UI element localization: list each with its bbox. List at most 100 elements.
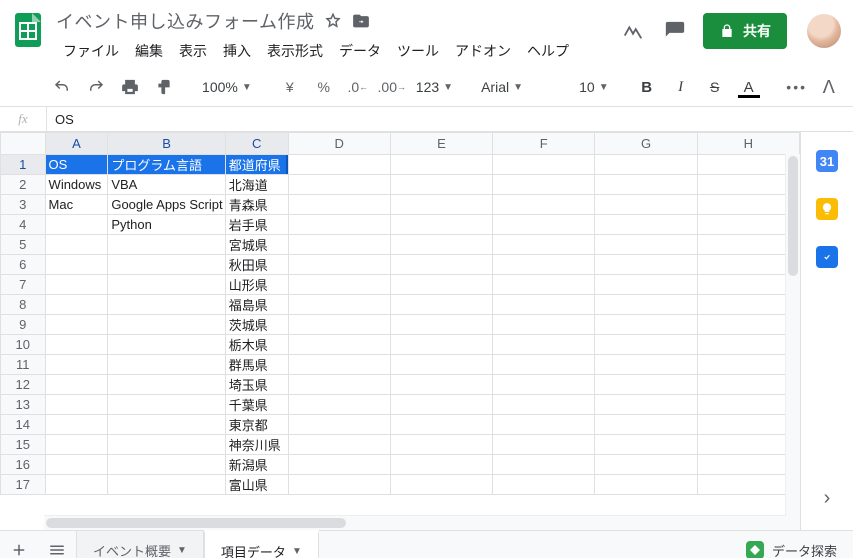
cell-C11[interactable]: 群馬県 [225, 355, 288, 375]
print-button[interactable] [114, 74, 146, 100]
cell-G3[interactable] [595, 195, 697, 215]
menu-挿入[interactable]: 挿入 [216, 37, 258, 65]
cell-D6[interactable] [288, 255, 390, 275]
cell-D1[interactable] [288, 155, 390, 175]
font-family-combo[interactable]: Arial▼ [475, 74, 557, 100]
strike-button[interactable]: S [699, 74, 731, 100]
cell-D10[interactable] [288, 335, 390, 355]
increase-decimal-button[interactable]: .00→ [376, 74, 408, 100]
menu-ツール[interactable]: ツール [390, 37, 446, 65]
cell-B3[interactable]: Google Apps Script [108, 195, 225, 215]
side-panel-toggle[interactable]: › [824, 487, 831, 510]
col-header-E[interactable]: E [390, 133, 492, 155]
cell-C5[interactable]: 宮城県 [225, 235, 288, 255]
col-header-F[interactable]: F [493, 133, 595, 155]
cell-B14[interactable] [108, 415, 225, 435]
cell-G5[interactable] [595, 235, 697, 255]
document-title[interactable]: イベント申し込みフォーム作成 [56, 8, 314, 34]
cell-E14[interactable] [390, 415, 492, 435]
cell-F4[interactable] [493, 215, 595, 235]
row-header-16[interactable]: 16 [1, 455, 46, 475]
col-header-A[interactable]: A [45, 133, 108, 155]
cell-A10[interactable] [45, 335, 108, 355]
cell-C7[interactable]: 山形県 [225, 275, 288, 295]
spreadsheet-grid[interactable]: ABCDEFGH 1OSプログラム言語都道府県2WindowsVBA北海道3Ma… [0, 132, 800, 530]
cell-D9[interactable] [288, 315, 390, 335]
cell-C8[interactable]: 福島県 [225, 295, 288, 315]
cell-A6[interactable] [45, 255, 108, 275]
cell-F17[interactable] [493, 475, 595, 495]
row-header-7[interactable]: 7 [1, 275, 46, 295]
cell-F3[interactable] [493, 195, 595, 215]
cell-G6[interactable] [595, 255, 697, 275]
cell-F2[interactable] [493, 175, 595, 195]
comments-icon[interactable] [661, 17, 689, 45]
cell-G1[interactable] [595, 155, 697, 175]
row-header-17[interactable]: 17 [1, 475, 46, 495]
decrease-decimal-button[interactable]: .0← [342, 74, 374, 100]
cell-B16[interactable] [108, 455, 225, 475]
cell-B9[interactable] [108, 315, 225, 335]
cell-D13[interactable] [288, 395, 390, 415]
cell-E12[interactable] [390, 375, 492, 395]
cell-E15[interactable] [390, 435, 492, 455]
cell-B8[interactable] [108, 295, 225, 315]
cell-G15[interactable] [595, 435, 697, 455]
cell-G17[interactable] [595, 475, 697, 495]
cell-G8[interactable] [595, 295, 697, 315]
cell-C15[interactable]: 神奈川県 [225, 435, 288, 455]
cell-E16[interactable] [390, 455, 492, 475]
cell-D14[interactable] [288, 415, 390, 435]
cell-G4[interactable] [595, 215, 697, 235]
cell-F8[interactable] [493, 295, 595, 315]
cell-B6[interactable] [108, 255, 225, 275]
menu-ファイル[interactable]: ファイル [56, 37, 126, 65]
menu-編集[interactable]: 編集 [128, 37, 170, 65]
vertical-scrollbar[interactable] [785, 154, 800, 530]
cell-G2[interactable] [595, 175, 697, 195]
menu-データ[interactable]: データ [332, 37, 388, 65]
cell-E6[interactable] [390, 255, 492, 275]
cell-D17[interactable] [288, 475, 390, 495]
more-formats-combo[interactable]: 123▼ [410, 74, 459, 100]
add-sheet-button[interactable] [0, 531, 38, 558]
cell-G13[interactable] [595, 395, 697, 415]
collapse-toolbar-button[interactable]: ᐱ [815, 73, 843, 102]
all-sheets-button[interactable] [38, 531, 76, 558]
row-header-3[interactable]: 3 [1, 195, 46, 215]
cell-B2[interactable]: VBA [108, 175, 225, 195]
cell-F1[interactable] [493, 155, 595, 175]
row-header-10[interactable]: 10 [1, 335, 46, 355]
cell-A3[interactable]: Mac [45, 195, 108, 215]
cell-B13[interactable] [108, 395, 225, 415]
sheet-tab-イベント概要[interactable]: イベント概要▼ [76, 531, 204, 558]
cell-C14[interactable]: 東京都 [225, 415, 288, 435]
cell-D11[interactable] [288, 355, 390, 375]
cell-G10[interactable] [595, 335, 697, 355]
row-header-11[interactable]: 11 [1, 355, 46, 375]
cell-B4[interactable]: Python [108, 215, 225, 235]
cell-G12[interactable] [595, 375, 697, 395]
cell-B11[interactable] [108, 355, 225, 375]
cell-D15[interactable] [288, 435, 390, 455]
cell-A11[interactable] [45, 355, 108, 375]
col-header-D[interactable]: D [288, 133, 390, 155]
keep-addon-icon[interactable] [816, 198, 838, 220]
undo-button[interactable] [46, 74, 78, 100]
cell-C13[interactable]: 千葉県 [225, 395, 288, 415]
cell-A9[interactable] [45, 315, 108, 335]
cell-F7[interactable] [493, 275, 595, 295]
menu-表示形式[interactable]: 表示形式 [260, 37, 330, 65]
cell-A7[interactable] [45, 275, 108, 295]
star-icon[interactable] [324, 12, 342, 30]
cell-F11[interactable] [493, 355, 595, 375]
cell-A16[interactable] [45, 455, 108, 475]
row-header-6[interactable]: 6 [1, 255, 46, 275]
cell-D2[interactable] [288, 175, 390, 195]
row-header-13[interactable]: 13 [1, 395, 46, 415]
cell-A1[interactable]: OS [45, 155, 108, 175]
cell-A17[interactable] [45, 475, 108, 495]
cell-A15[interactable] [45, 435, 108, 455]
format-currency-button[interactable]: ¥ [274, 74, 306, 100]
text-color-button[interactable]: A [733, 74, 765, 100]
